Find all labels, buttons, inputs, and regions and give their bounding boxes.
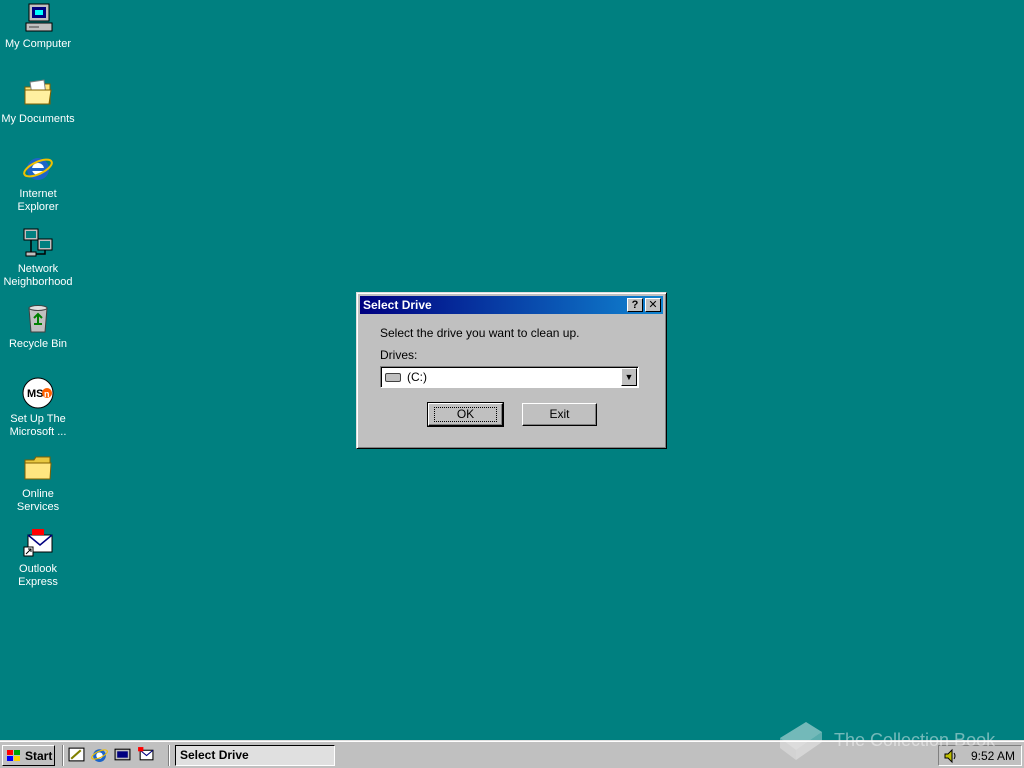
show-desktop-icon[interactable]	[68, 746, 85, 763]
dialog-prompt: Select the drive you want to clean up.	[380, 326, 580, 340]
drive-select-value: (C:)	[407, 370, 427, 384]
close-button[interactable]: ✕	[645, 298, 661, 312]
ok-button[interactable]: OK	[427, 402, 504, 427]
drive-select[interactable]: (C:) ▼	[380, 366, 639, 388]
desktop-icon-label: Set Up The Microsoft ...	[9, 413, 67, 438]
start-button[interactable]: Start	[2, 745, 55, 766]
ok-button-label: OK	[433, 407, 498, 422]
desktop-icon-recycle-bin[interactable]: Recycle Bin	[0, 302, 76, 351]
folder-icon	[24, 79, 52, 105]
outlook-express-icon	[23, 529, 53, 557]
desktop-icon-label: Internet Explorer	[17, 188, 59, 213]
desktop-icon-my-computer[interactable]: My Computer	[0, 2, 76, 51]
msn-icon: MS n	[22, 377, 54, 409]
desktop-icon-label: Recycle Bin	[8, 338, 68, 350]
my-computer-icon	[25, 3, 53, 32]
desktop-icon-msn-setup[interactable]: MS n Set Up The Microsoft ...	[0, 377, 76, 439]
drives-label: Drives:	[380, 348, 418, 362]
taskbar-separator	[168, 745, 170, 766]
folder-icon	[24, 456, 52, 480]
hard-drive-icon	[385, 373, 401, 382]
internet-explorer-icon[interactable]	[91, 746, 108, 763]
select-drive-dialog: Select Drive ? ✕ Select the drive you wa…	[356, 292, 667, 449]
desktop-icon-internet-explorer[interactable]: Internet Explorer	[0, 152, 76, 214]
network-icon	[23, 228, 53, 257]
svg-text:n: n	[44, 389, 50, 399]
dialog-title: Select Drive	[363, 298, 432, 312]
desktop-icon-label: Online Services	[16, 488, 60, 513]
exit-button[interactable]: Exit	[522, 403, 597, 426]
taskbar-separator	[62, 745, 64, 766]
watermark-text: The Collection Book	[834, 729, 996, 750]
windows-logo-icon	[7, 749, 20, 761]
desktop-icon-network-neighborhood[interactable]: Network Neighborhood	[0, 227, 76, 289]
desktop-icon-my-documents[interactable]: My Documents	[0, 77, 76, 126]
help-button[interactable]: ?	[627, 298, 643, 312]
taskbar-button-select-drive[interactable]: Select Drive	[175, 745, 335, 766]
desktop-icon-label: Outlook Express	[18, 563, 58, 588]
quick-launch	[68, 746, 154, 763]
desktop-icon-label: My Computer	[4, 38, 72, 50]
dropdown-arrow-icon[interactable]: ▼	[621, 368, 637, 386]
desktop: My Computer My Documents Internet Explor…	[0, 0, 1024, 740]
channels-icon[interactable]	[114, 746, 131, 763]
desktop-icon-label: Network Neighborhood	[3, 263, 73, 288]
dialog-titlebar[interactable]: Select Drive ? ✕	[360, 296, 663, 314]
exit-button-label: Exit	[549, 407, 570, 421]
recycle-bin-icon	[28, 305, 48, 333]
desktop-icon-label: My Documents	[1, 113, 75, 125]
outlook-express-icon[interactable]	[137, 746, 154, 763]
start-label: Start	[25, 748, 53, 763]
book-icon	[780, 722, 822, 760]
svg-text:MS: MS	[27, 388, 44, 400]
desktop-icon-outlook-express[interactable]: Outlook Express	[0, 527, 76, 589]
internet-explorer-icon	[23, 158, 53, 180]
watermark: The Collection Book	[776, 718, 995, 762]
desktop-icon-online-services[interactable]: Online Services	[0, 452, 76, 514]
